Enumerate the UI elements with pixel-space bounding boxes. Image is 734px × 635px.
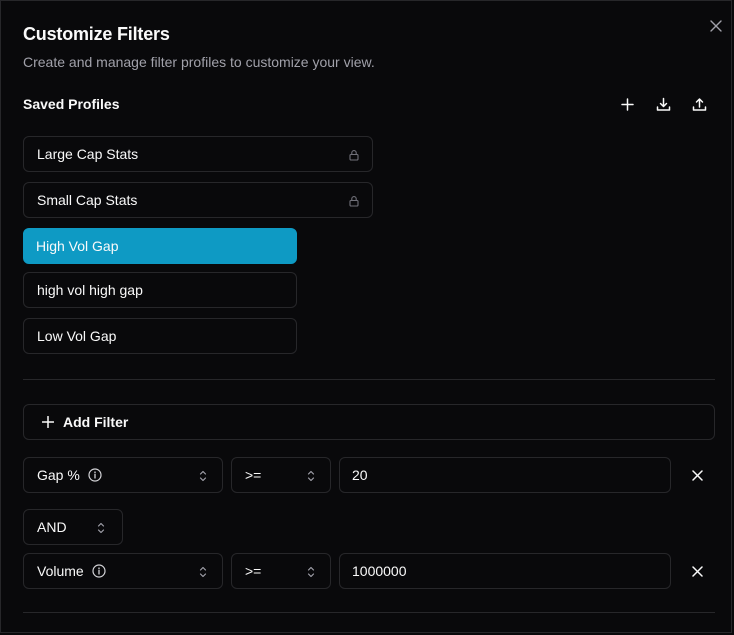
profile-label: Large Cap Stats (37, 146, 139, 162)
plus-icon (620, 97, 634, 111)
plus-icon (42, 416, 54, 428)
import-profile-button[interactable] (651, 93, 675, 115)
filter-operator-select[interactable]: >= (231, 457, 331, 493)
export-profile-button[interactable] (687, 93, 711, 115)
add-filter-label: Add Filter (63, 414, 129, 430)
filter-field-value: Gap % (37, 467, 80, 483)
chevrons-up-down-icon (199, 470, 207, 482)
filter-value-input[interactable] (339, 457, 671, 493)
info-icon[interactable] (88, 468, 102, 482)
filter-operator-select[interactable]: >= (231, 553, 331, 589)
customize-filters-dialog: Customize Filters Create and manage filt… (0, 0, 732, 633)
x-icon (691, 469, 703, 481)
remove-filter-button[interactable] (688, 562, 706, 580)
x-icon (691, 565, 703, 577)
chevrons-up-down-icon (199, 566, 207, 578)
filter-field-select[interactable]: Gap % (23, 457, 223, 493)
add-profile-button[interactable] (615, 93, 639, 115)
section-divider (23, 379, 715, 380)
filter-operator-value: >= (245, 563, 262, 579)
remove-filter-button[interactable] (688, 466, 706, 484)
filter-connector-select[interactable]: AND (23, 509, 123, 545)
section-divider (23, 612, 715, 613)
profile-item-high-vol-gap[interactable]: High Vol Gap (23, 228, 297, 264)
chevrons-up-down-icon (307, 566, 315, 578)
filter-operator-value: >= (245, 467, 262, 483)
dialog-subtitle: Create and manage filter profiles to cus… (23, 54, 375, 70)
profile-item-small-cap-stats[interactable]: Small Cap Stats (23, 182, 373, 218)
chevrons-up-down-icon (97, 522, 105, 534)
filter-connector-value: AND (37, 519, 67, 535)
dialog-title: Customize Filters (23, 24, 170, 44)
profile-label: high vol high gap (37, 282, 143, 298)
profile-label: Low Vol Gap (37, 328, 117, 344)
filter-value-input[interactable] (339, 553, 671, 589)
profile-label: High Vol Gap (36, 238, 119, 254)
profile-label: Small Cap Stats (37, 192, 138, 208)
close-button[interactable] (708, 18, 724, 34)
info-icon[interactable] (92, 564, 106, 578)
chevrons-up-down-icon (307, 470, 315, 482)
filter-field-select[interactable]: Volume (23, 553, 223, 589)
upload-icon (692, 97, 706, 111)
filter-field-value: Volume (37, 563, 84, 579)
add-filter-button[interactable]: Add Filter (23, 404, 715, 440)
lock-icon (349, 196, 359, 207)
saved-profiles-heading: Saved Profiles (23, 96, 120, 112)
profile-item-low-vol-gap[interactable]: Low Vol Gap (23, 318, 297, 354)
download-icon (656, 97, 670, 111)
profile-item-high-vol-high-gap[interactable]: high vol high gap (23, 272, 297, 308)
lock-icon (349, 150, 359, 161)
close-icon (710, 20, 722, 32)
profile-item-large-cap-stats[interactable]: Large Cap Stats (23, 136, 373, 172)
